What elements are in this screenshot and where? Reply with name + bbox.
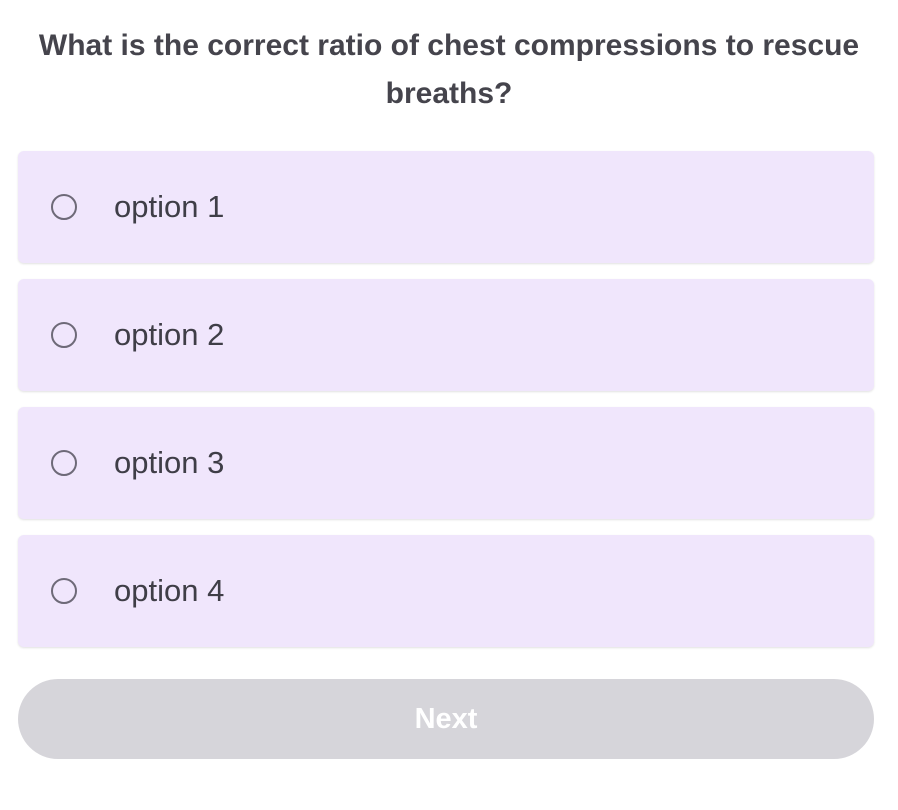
option-1[interactable]: option 1 bbox=[18, 151, 874, 263]
option-2[interactable]: option 2 bbox=[18, 279, 874, 391]
radio-circle-icon[interactable] bbox=[51, 322, 77, 348]
option-label: option 3 bbox=[114, 445, 225, 480]
option-3[interactable]: option 3 bbox=[18, 407, 874, 519]
question-text: What is the correct ratio of chest compr… bbox=[38, 29, 860, 110]
option-4[interactable]: option 4 bbox=[18, 535, 874, 647]
radio-circle-icon[interactable] bbox=[51, 578, 77, 604]
next-button[interactable]: Next bbox=[18, 679, 874, 759]
radio-circle-icon[interactable] bbox=[51, 194, 77, 220]
quiz-screen: What is the correct ratio of chest compr… bbox=[0, 0, 898, 810]
option-label: option 1 bbox=[114, 189, 225, 224]
options-list: option 1 option 2 option 3 option 4 bbox=[18, 151, 874, 663]
radio-circle-icon[interactable] bbox=[51, 450, 77, 476]
option-label: option 2 bbox=[114, 317, 225, 352]
option-label: option 4 bbox=[114, 573, 225, 608]
